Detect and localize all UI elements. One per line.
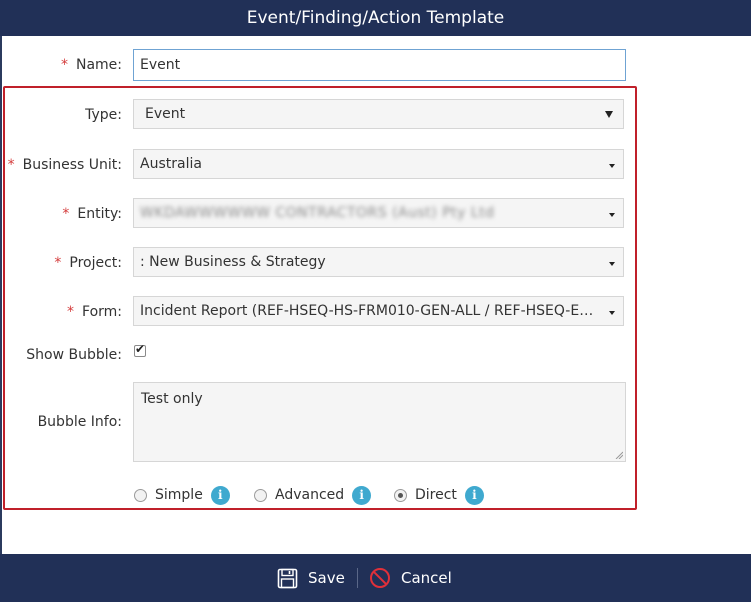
info-icon[interactable]: i xyxy=(210,485,230,505)
project-label-text: Project: xyxy=(69,255,122,271)
show-bubble-label: Show Bubble: xyxy=(26,347,122,363)
type-select[interactable]: Event xyxy=(133,99,624,129)
form-label: * Form: xyxy=(67,304,122,320)
floppy-disk-icon xyxy=(277,568,298,588)
bubble-info-textarea[interactable]: Test only xyxy=(133,382,626,462)
business-unit-value: Australia xyxy=(140,156,202,172)
business-unit-label: * Business Unit: xyxy=(8,157,122,173)
dialog-title: Event/Finding/Action Template xyxy=(0,0,751,36)
name-label-text: Name: xyxy=(75,57,122,73)
info-icon[interactable]: i xyxy=(352,485,372,505)
cancel-icon xyxy=(370,568,390,588)
chevron-down-icon xyxy=(609,311,615,315)
required-mark: * xyxy=(7,157,15,173)
required-mark: * xyxy=(54,255,62,271)
chevron-down-icon xyxy=(609,213,615,217)
entity-label-text: Entity: xyxy=(77,206,122,222)
dropdown-arrow-icon xyxy=(605,111,613,118)
required-mark: * xyxy=(60,57,68,73)
form-label-text: Form: xyxy=(82,304,122,320)
dialog-footer: Save Cancel xyxy=(0,554,751,602)
entity-select[interactable]: WKDAWWWWWW CONTRACTORS (Aust) Pty Ltd xyxy=(133,198,624,228)
save-button[interactable]: Save xyxy=(277,566,345,590)
project-select[interactable]: : New Business & Strategy xyxy=(133,247,624,277)
business-unit-select[interactable]: Australia xyxy=(133,149,624,179)
radio-label: Simple xyxy=(155,487,203,503)
form-value: Incident Report (REF-HSEQ-HS-FRM010-GEN-… xyxy=(140,303,595,319)
footer-divider xyxy=(357,568,358,588)
required-mark: * xyxy=(67,304,75,320)
entity-value: WKDAWWWWWW CONTRACTORS (Aust) Pty Ltd xyxy=(140,205,495,221)
radio-button[interactable] xyxy=(254,488,267,502)
chevron-down-icon xyxy=(609,262,615,266)
cancel-button[interactable]: Cancel xyxy=(369,566,452,590)
radio-label: Advanced xyxy=(275,487,345,503)
required-mark: * xyxy=(62,206,70,222)
radio-button-selected[interactable] xyxy=(394,488,407,502)
business-unit-label-text: Business Unit: xyxy=(22,157,122,173)
checkmark-icon: ✔ xyxy=(135,342,146,356)
type-label: Type: xyxy=(85,107,122,123)
bubble-info-value: Test only xyxy=(141,391,203,407)
type-value: Event xyxy=(145,106,186,122)
project-value: : New Business & Strategy xyxy=(140,254,326,270)
show-bubble-checkbox[interactable]: ✔ xyxy=(134,342,146,357)
radio-option-advanced[interactable]: Advanced i xyxy=(254,484,372,506)
name-input[interactable] xyxy=(133,49,626,81)
form-select[interactable]: Incident Report (REF-HSEQ-HS-FRM010-GEN-… xyxy=(133,296,624,326)
radio-button[interactable] xyxy=(134,488,147,502)
info-icon[interactable]: i xyxy=(464,485,484,505)
name-label: * Name: xyxy=(61,57,122,73)
resize-handle-icon[interactable] xyxy=(615,451,623,459)
cancel-label: Cancel xyxy=(401,569,452,587)
entity-label: * Entity: xyxy=(62,206,122,222)
chevron-down-icon xyxy=(609,164,615,168)
dialog-left-edge xyxy=(0,36,2,554)
radio-option-simple[interactable]: Simple i xyxy=(134,484,230,506)
project-label: * Project: xyxy=(54,255,122,271)
radio-option-direct[interactable]: Direct i xyxy=(394,484,484,506)
bubble-info-label: Bubble Info: xyxy=(37,414,122,430)
save-label: Save xyxy=(308,569,345,587)
radio-label: Direct xyxy=(415,487,457,503)
